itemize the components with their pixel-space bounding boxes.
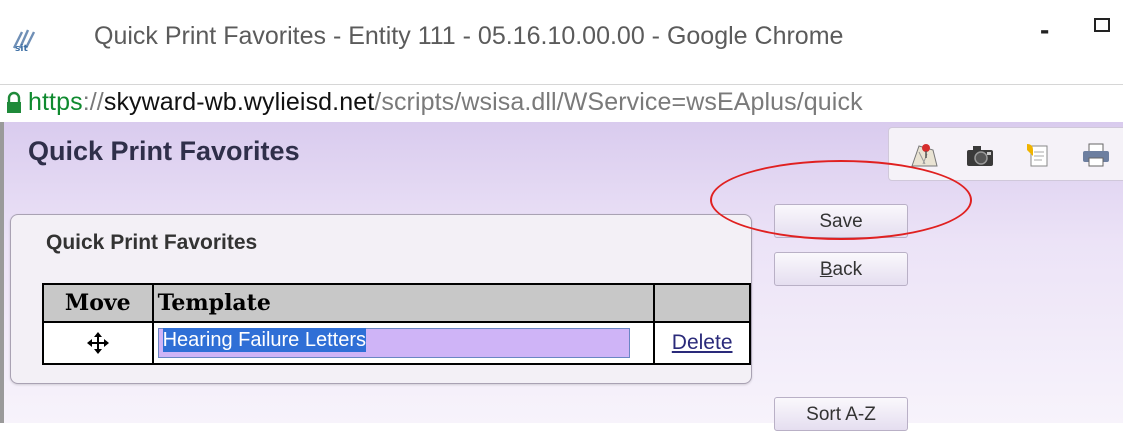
template-value: Hearing Failure Letters	[162, 328, 366, 352]
url-text[interactable]: https://skyward-wb.wylieisd.net/scripts/…	[28, 88, 863, 117]
panel-title: Quick Print Favorites	[46, 231, 258, 254]
save-button[interactable]: Save	[774, 204, 908, 238]
table-row: Hearing Failure Letters Delete	[42, 321, 751, 365]
page-toolbar	[888, 127, 1123, 181]
template-cell: Hearing Failure Letters	[151, 321, 656, 365]
svg-text:sit: sit	[15, 44, 28, 52]
print-icon[interactable]	[1081, 142, 1111, 168]
maximize-button[interactable]	[1094, 18, 1110, 32]
column-header-actions	[653, 283, 751, 323]
back-button-accesskey: B	[819, 259, 833, 280]
favorites-panel: Quick Print Favorites Move Template Hear…	[10, 214, 752, 384]
address-bar[interactable]: https://skyward-wb.wylieisd.net/scripts/…	[0, 84, 1123, 123]
url-separator: ://	[82, 88, 104, 116]
action-cell: Delete	[653, 321, 751, 365]
page-content: Quick Print Favorites Quick Print Favori…	[0, 122, 1123, 431]
camera-icon[interactable]	[965, 142, 995, 168]
url-host: skyward-wb.wylieisd.net	[103, 88, 375, 116]
url-scheme: https	[28, 88, 83, 116]
window-title: Quick Print Favorites - Entity 111 - 05.…	[94, 22, 844, 50]
skyward-logo-icon: sit	[12, 29, 36, 52]
sort-a-z-button[interactable]: Sort A-Z	[774, 397, 908, 431]
map-pin-icon[interactable]	[909, 142, 939, 168]
favorites-table: Move Template Hearing Failure Letters De…	[42, 283, 751, 365]
column-header-template: Template	[151, 283, 656, 323]
table-header-row: Move Template	[42, 283, 751, 323]
page-title: Quick Print Favorites	[28, 136, 300, 166]
lock-icon	[7, 91, 21, 113]
minimize-button[interactable]: -	[1040, 14, 1049, 46]
template-input[interactable]: Hearing Failure Letters	[157, 328, 630, 358]
notes-icon[interactable]	[1021, 142, 1051, 168]
back-button-label: ack	[832, 259, 863, 280]
url-path: /scripts/wsisa.dll/WService=wsEAplus/qui…	[374, 88, 863, 116]
move-cell[interactable]	[42, 321, 154, 365]
column-header-move: Move	[42, 283, 154, 323]
delete-link[interactable]: Delete	[655, 331, 749, 355]
back-button[interactable]: Back	[774, 252, 908, 286]
move-arrows-icon[interactable]	[86, 331, 110, 355]
page-edge	[0, 122, 4, 423]
browser-title-bar: sit Quick Print Favorites - Entity 111 -…	[0, 0, 1123, 84]
